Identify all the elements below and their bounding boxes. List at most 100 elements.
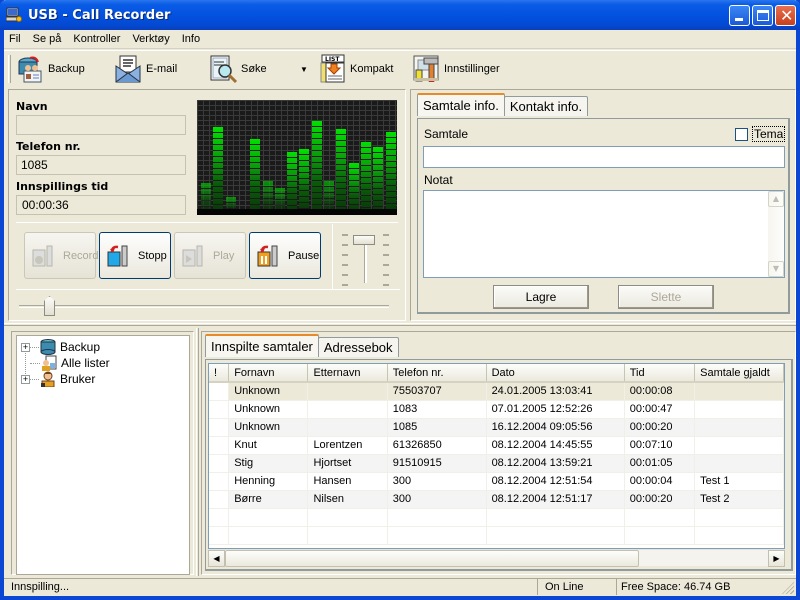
menu-kontroller[interactable]: Kontroller [67, 33, 126, 45]
position-slider-thumb[interactable] [44, 296, 55, 316]
save-button[interactable]: Lagre [493, 285, 589, 309]
stop-button[interactable]: Stopp [99, 232, 171, 279]
expand-icon[interactable]: + [21, 374, 30, 384]
tree-item-backup[interactable]: + Backup [17, 339, 100, 355]
scroll-up-icon[interactable]: ▲ [768, 191, 784, 207]
table-row[interactable]: Knut Lorentzen 61326850 08.12.2004 14:45:55… [209, 436, 784, 455]
table-cell: 00:00:20 [624, 418, 696, 437]
scrollbar-thumb[interactable] [225, 550, 639, 567]
expand-icon[interactable]: + [21, 342, 30, 352]
notat-textarea[interactable]: ▲ ▼ [423, 190, 785, 278]
table-row[interactable]: Henning Hansen 300 08.12.2004 12:51:54 00:00… [209, 472, 784, 491]
menu-fil[interactable]: Fil [4, 33, 27, 45]
spectrum-bar [324, 181, 334, 209]
samtale-label: Samtale [424, 127, 469, 141]
close-button[interactable]: ✕ [775, 5, 796, 26]
scroll-right-icon[interactable]: ▶ [768, 550, 785, 567]
phone-field: 1085 [16, 155, 186, 175]
samtale-input[interactable] [423, 146, 785, 168]
scroll-down-icon[interactable]: ▼ [768, 261, 784, 277]
column-header[interactable]: Samtale gjaldt [694, 364, 784, 383]
email-button[interactable]: E-mail [114, 53, 177, 85]
table-cell [694, 400, 784, 419]
table-cell: Knut [228, 436, 309, 455]
maximize-button[interactable] [752, 5, 773, 26]
record-icon [31, 244, 55, 268]
table-cell: Lorentzen [307, 436, 388, 455]
splitter-vertical[interactable] [196, 328, 199, 576]
column-header[interactable]: Fornavn [228, 364, 309, 383]
table-cell [694, 436, 784, 455]
splitter-horizontal[interactable] [4, 323, 796, 326]
menu-bar: Fil Se på Kontroller Verktøy Info [4, 30, 796, 49]
table-cell [694, 418, 784, 437]
status-message: Innspilling... [11, 581, 70, 593]
audio-spectrum-meter [197, 100, 397, 215]
spectrum-bar [287, 152, 298, 209]
backup-button[interactable]: Backup [16, 53, 85, 85]
menu-se-pa[interactable]: Se på [27, 33, 68, 45]
column-header[interactable]: Telefon nr. [387, 364, 487, 383]
table-row[interactable]: Stig Hjortset 91510915 08.12.2004 13:59:21 0… [209, 454, 784, 473]
record-button[interactable]: Record [24, 232, 98, 279]
list-tabstrip: Innspilte samtaler Adressebok [205, 334, 399, 357]
notat-scrollbar[interactable]: ▲ ▼ [768, 191, 784, 277]
settings-button[interactable]: Innstillinger [412, 53, 500, 85]
table-row[interactable]: Unknown 1083 07.01.2005 12:52:26 00:00:47 [209, 400, 784, 419]
play-button[interactable]: Play [174, 232, 246, 279]
email-label: E-mail [146, 63, 178, 75]
tab-innspilte-samtaler[interactable]: Innspilte samtaler [205, 334, 319, 357]
column-header[interactable]: Tid [624, 364, 696, 383]
table-cell [209, 454, 230, 473]
tema-checkbox[interactable] [735, 128, 748, 141]
column-header[interactable]: ! [209, 364, 230, 383]
search-dropdown-button[interactable]: ▼ [300, 53, 308, 85]
table-cell [694, 382, 784, 401]
pause-button[interactable]: Pause [249, 232, 321, 279]
calls-horizontal-scrollbar[interactable]: ◀ ▶ [208, 549, 785, 567]
minimize-button[interactable] [729, 5, 750, 26]
maximize-icon [757, 10, 769, 21]
search-label: Søke [241, 63, 267, 75]
table-cell: Unknown [228, 418, 309, 437]
table-cell: 00:07:10 [624, 436, 696, 455]
table-cell [209, 418, 230, 437]
table-cell: Stig [228, 454, 309, 473]
search-button[interactable]: Søke [209, 53, 267, 85]
table-row[interactable]: Unknown 1085 16.12.2004 09:05:56 00:00:20 [209, 418, 784, 437]
spectrum-bar [385, 132, 396, 209]
tab-samtale-info[interactable]: Samtale info. [417, 93, 505, 116]
table-cell [486, 508, 625, 527]
tab-adressebok[interactable]: Adressebok [317, 337, 399, 357]
resize-grip-icon[interactable] [782, 582, 794, 594]
tree-item-alle-lister[interactable]: Alle lister [17, 355, 110, 371]
volume-slider[interactable] [339, 230, 394, 286]
table-row[interactable] [209, 526, 784, 545]
column-header[interactable]: Dato [486, 364, 625, 383]
title-bar[interactable]: USB - Call Recorder ✕ [0, 0, 800, 30]
table-row[interactable]: Unknown 75503707 24.01.2005 13:03:41 00:00:… [209, 382, 784, 401]
tree-item-bruker[interactable]: + Bruker [17, 371, 95, 388]
divider [16, 222, 398, 223]
table-cell [307, 400, 388, 419]
table-cell: 00:00:08 [624, 382, 696, 401]
settings-label: Innstillinger [444, 63, 500, 75]
tab-kontakt-info[interactable]: Kontakt info. [503, 96, 589, 116]
compact-button[interactable]: LIST Kompakt [318, 53, 393, 85]
position-slider[interactable] [19, 295, 389, 317]
delete-button[interactable]: Slette [618, 285, 714, 309]
table-cell [228, 508, 309, 527]
tema-label[interactable]: Tema [752, 126, 786, 142]
spectrum-bar [373, 147, 384, 209]
table-cell: Hansen [307, 472, 388, 491]
scroll-left-icon[interactable]: ◀ [208, 550, 225, 567]
menu-info[interactable]: Info [176, 33, 206, 45]
column-header[interactable]: Etternavn [307, 364, 388, 383]
spectrum-bar [201, 183, 211, 209]
volume-slider-thumb[interactable] [353, 235, 375, 245]
minimize-icon [735, 18, 743, 21]
toolbar-grip[interactable] [8, 55, 11, 83]
menu-verktoy[interactable]: Verktøy [126, 33, 175, 45]
table-row[interactable] [209, 508, 784, 527]
table-row[interactable]: Børre Nilsen 300 08.12.2004 12:51:17 00:00:2… [209, 490, 784, 509]
